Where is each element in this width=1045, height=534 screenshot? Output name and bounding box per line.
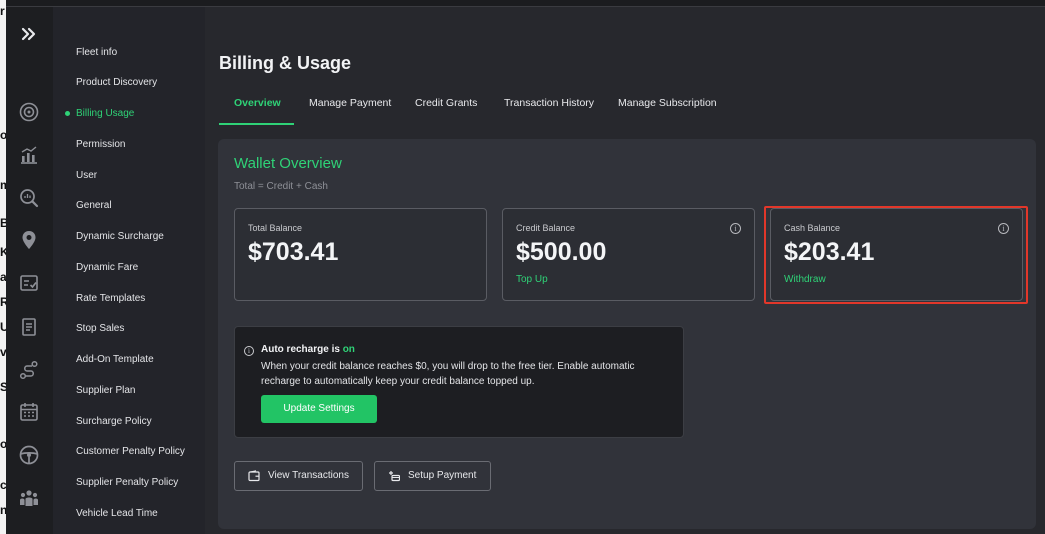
view-transactions-button[interactable]: View Transactions (234, 461, 363, 491)
sidebar-item-stop-sales[interactable]: Stop Sales (76, 323, 124, 334)
credit-balance-value: $500.00 (516, 238, 607, 266)
group-icon[interactable] (18, 487, 40, 509)
setup-payment-button[interactable]: Setup Payment (374, 461, 491, 491)
highlight-box (764, 206, 1028, 304)
total-balance-value: $703.41 (248, 238, 339, 266)
route-icon[interactable] (18, 359, 40, 381)
map-pin-icon[interactable] (18, 229, 40, 251)
sidebar-item-customer-penalty-policy[interactable]: Customer Penalty Policy (76, 446, 185, 457)
tab-credit-grants[interactable]: Credit Grants (415, 97, 477, 109)
search-chart-icon[interactable] (18, 187, 40, 209)
active-tab-underline (219, 123, 294, 125)
sidebar-item-user[interactable]: User (76, 170, 97, 181)
wallet-title: Wallet Overview (234, 155, 342, 172)
update-settings-button[interactable]: Update Settings (261, 395, 377, 423)
top-bar (0, 0, 1045, 7)
info-icon: i (244, 346, 254, 356)
auto-recharge-notice: i Auto recharge is on When your credit b… (234, 326, 684, 438)
wallet-subtitle: Total = Credit + Cash (234, 181, 328, 192)
tab-manage-payment[interactable]: Manage Payment (309, 97, 391, 109)
tab-overview[interactable]: Overview (234, 97, 281, 109)
sidebar-item-add-on-template[interactable]: Add-On Template (76, 354, 154, 365)
sidebar-item-vehicle-lead-time[interactable]: Vehicle Lead Time (76, 508, 158, 519)
sidebar-item-supplier-penalty-policy[interactable]: Supplier Penalty Policy (76, 477, 178, 488)
sidebar-item-fleet-info[interactable]: Fleet info (76, 47, 117, 58)
sidebar-item-permission[interactable]: Permission (76, 139, 125, 150)
page-title: Billing & Usage (219, 53, 352, 73)
credit-balance-card: Credit Balance i $500.00 Top Up (502, 208, 755, 301)
document-icon[interactable] (18, 316, 40, 338)
info-icon[interactable]: i (730, 223, 741, 234)
sidebar-item-rate-templates[interactable]: Rate Templates (76, 293, 145, 304)
wallet-overview-panel: Wallet Overview Total = Credit + Cash To… (218, 139, 1036, 529)
tab-manage-subscription[interactable]: Manage Subscription (618, 97, 717, 109)
sidebar-item-dynamic-fare[interactable]: Dynamic Fare (76, 262, 138, 273)
target-icon[interactable] (18, 101, 40, 123)
auto-recharge-description: When your credit balance reaches $0, you… (261, 361, 635, 387)
double-chevron-right-icon[interactable] (18, 23, 40, 45)
auto-recharge-status: on (342, 344, 355, 355)
sidebar-item-surcharge-policy[interactable]: Surcharge Policy (76, 416, 152, 427)
setup-payment-label: Setup Payment (408, 470, 477, 481)
icon-rail (6, 7, 53, 534)
view-transactions-label: View Transactions (268, 470, 349, 481)
sidebar-item-billing-usage[interactable]: Billing Usage (76, 108, 134, 119)
auto-recharge-heading: Auto recharge is on (261, 344, 355, 355)
credit-balance-label: Credit Balance (516, 223, 576, 233)
analytics-icon[interactable] (18, 144, 40, 166)
total-balance-label: Total Balance (248, 223, 303, 233)
settings-sidebar: Fleet info Product Discovery Billing Usa… (53, 7, 205, 534)
tab-transaction-history[interactable]: Transaction History (504, 97, 594, 109)
wallet-icon (248, 470, 260, 482)
steering-wheel-icon[interactable] (18, 444, 40, 466)
app-window: r o m B K a R U v S o c n Fleet info Pro… (0, 0, 1045, 534)
sidebar-item-general[interactable]: General (76, 200, 112, 211)
total-balance-card: Total Balance $703.41 (234, 208, 487, 301)
top-up-link[interactable]: Top Up (516, 274, 548, 285)
calendar-icon[interactable] (18, 401, 40, 423)
payment-setup-icon (389, 471, 400, 482)
sidebar-item-supplier-plan[interactable]: Supplier Plan (76, 385, 135, 396)
sidebar-item-dynamic-surcharge[interactable]: Dynamic Surcharge (76, 231, 164, 242)
checklist-icon[interactable] (18, 272, 40, 294)
main-content: Billing & Usage Overview Manage Payment … (205, 7, 1045, 534)
active-indicator-dot (65, 111, 70, 116)
auto-recharge-heading-text: Auto recharge is (261, 344, 340, 355)
sidebar-item-product-discovery[interactable]: Product Discovery (76, 77, 157, 88)
